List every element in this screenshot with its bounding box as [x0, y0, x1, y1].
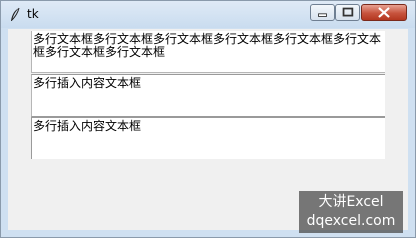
feather-icon: [11, 7, 20, 21]
window-title: tk: [27, 7, 39, 21]
multiline-textbox-3[interactable]: 多行插入内容文本框: [31, 117, 385, 159]
multiline-textbox-1[interactable]: 多行文本框多行文本框多行文本框多行文本框多行文本框多行文本框多行文本框多行文本框: [31, 31, 385, 73]
minimize-button[interactable]: [310, 4, 335, 21]
watermark: 大讲Excel dqexcel.com: [299, 191, 403, 233]
watermark-line-1: 大讲Excel: [318, 194, 384, 210]
minimize-icon: [318, 13, 327, 17]
close-button[interactable]: [361, 4, 407, 21]
watermark-line-2: dqexcel.com: [306, 213, 396, 229]
title-bar[interactable]: tk: [1, 1, 415, 28]
maximize-icon: [342, 7, 354, 17]
close-icon: [378, 7, 390, 18]
multiline-textbox-2[interactable]: 多行插入内容文本框: [31, 74, 385, 117]
app-window: tk 多行文本框多行文本框多行文本框多行文本框多行文本框多行文本框多行文本框多行…: [0, 0, 416, 238]
maximize-button[interactable]: [335, 4, 360, 21]
